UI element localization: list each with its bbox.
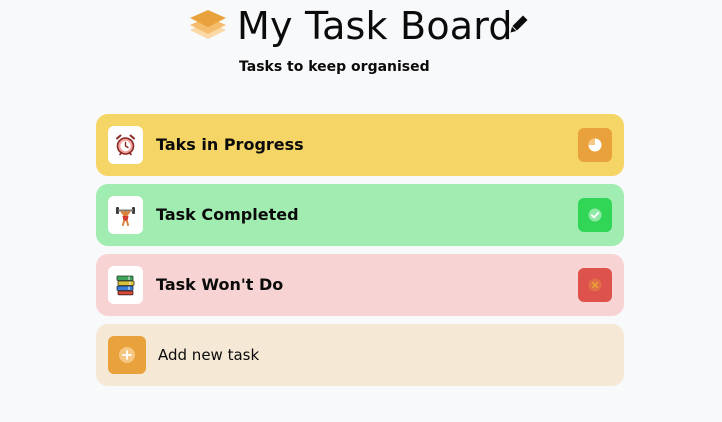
task-card-completed[interactable]: Task Completed — [96, 184, 624, 246]
task-icon-box — [108, 266, 143, 304]
task-card-wont-do[interactable]: Task Won't Do — [96, 254, 624, 316]
task-label: Task Won't Do — [156, 275, 284, 294]
task-label: Task Completed — [156, 205, 299, 224]
weightlifting-icon — [116, 207, 135, 226]
status-badge-wont-do — [578, 268, 612, 302]
page-title: My Task Board — [237, 4, 513, 48]
stack-layers-icon — [190, 10, 226, 39]
task-card-in-progress[interactable]: Taks in Progress — [96, 114, 624, 176]
time-icon — [588, 138, 602, 152]
add-new-task-button[interactable]: Add new task — [96, 324, 624, 386]
page-header: My Task Board Tasks to keep organised — [0, 0, 722, 90]
page-subtitle: Tasks to keep organised — [239, 59, 430, 75]
check-icon — [588, 208, 602, 222]
task-icon-box — [108, 126, 143, 164]
status-badge-in-progress — [578, 128, 612, 162]
add-icon-box — [108, 336, 146, 374]
alarm-clock-icon — [116, 134, 135, 156]
task-icon-box — [108, 196, 143, 234]
pencil-icon[interactable] — [509, 14, 529, 34]
plus-icon — [119, 347, 135, 363]
task-label: Taks in Progress — [156, 135, 304, 154]
books-icon — [116, 275, 135, 296]
add-new-task-label: Add new task — [158, 346, 260, 364]
close-icon — [588, 278, 602, 292]
status-badge-completed — [578, 198, 612, 232]
